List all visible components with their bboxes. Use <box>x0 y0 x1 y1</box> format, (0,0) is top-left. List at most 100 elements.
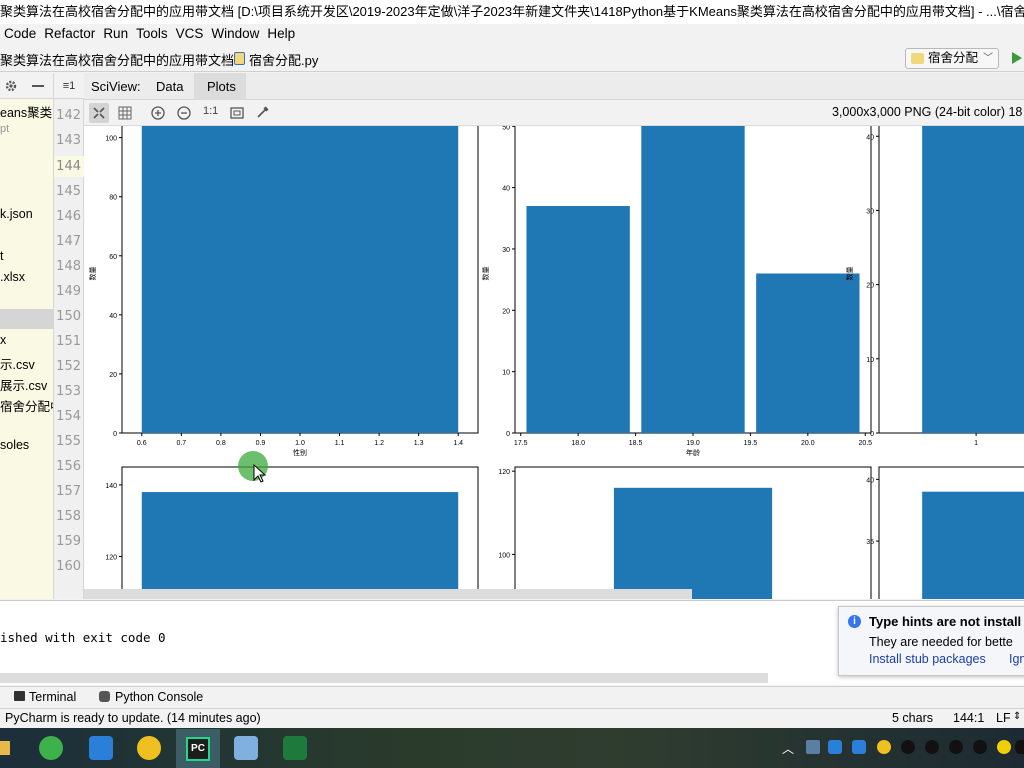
tray-qq-icon[interactable] <box>949 740 963 754</box>
tray-star-icon[interactable] <box>852 740 866 754</box>
fit-button[interactable] <box>89 103 109 123</box>
menu-window[interactable]: Window <box>207 24 263 44</box>
line-number: 156 <box>56 459 81 474</box>
sciview-tab-bar: SciView: Data Plots <box>84 73 1024 100</box>
run-output-scrollbar[interactable] <box>0 673 768 683</box>
project-item[interactable]: 示.csv <box>0 354 35 373</box>
y-tick-label: 100 <box>498 552 510 559</box>
line-number: 152 <box>56 359 81 374</box>
line-number: 154 <box>56 409 81 424</box>
python-console-tab[interactable]: Python Console <box>115 690 203 704</box>
y-axis-label: 数量 <box>845 267 854 281</box>
project-item[interactable]: k.json <box>0 207 33 221</box>
project-item[interactable]: x <box>0 333 6 347</box>
gear-icon[interactable] <box>4 79 18 93</box>
hide-panel-icon[interactable] <box>32 85 44 87</box>
tray-qq-icon[interactable] <box>901 740 915 754</box>
ignore-link[interactable]: Ign <box>1009 652 1024 666</box>
mouse-cursor-icon <box>253 464 267 483</box>
project-item[interactable]: t <box>0 249 3 263</box>
menu-vcs[interactable]: VCS <box>172 24 208 44</box>
tray-star-icon[interactable] <box>828 740 842 754</box>
y-tick-label: 0 <box>113 431 117 438</box>
y-tick-label: 140 <box>105 483 117 490</box>
tray-chevron-up-icon[interactable]: ︿ <box>782 740 794 757</box>
menu-code[interactable]: Code <box>0 24 40 44</box>
info-icon: i <box>848 615 861 628</box>
project-item[interactable]: 展示.csv <box>0 375 47 394</box>
line-ending-chevron-icon: ⇕ <box>1013 711 1022 722</box>
browser-icon[interactable] <box>39 736 63 760</box>
tray-app-icon[interactable] <box>806 740 820 754</box>
fit-window-icon[interactable] <box>229 105 245 121</box>
project-item[interactable]: eans聚类 <box>0 102 52 121</box>
menu-help[interactable]: Help <box>263 24 299 44</box>
type-hints-notification: i Type hints are not install They are ne… <box>838 606 1024 676</box>
tray-qq-icon[interactable] <box>973 740 987 754</box>
x-tick-label: 19.5 <box>744 440 758 447</box>
grid-icon[interactable] <box>117 105 133 121</box>
zoom-out-icon[interactable] <box>176 105 192 121</box>
project-item[interactable]: soles <box>0 438 29 452</box>
y-tick-label: 30 <box>502 247 510 254</box>
status-message[interactable]: PyCharm is ready to update. (14 minutes … <box>5 711 261 725</box>
tray-yellow-icon[interactable] <box>877 740 891 754</box>
tray-add-icon[interactable] <box>997 740 1011 754</box>
project-item[interactable]: .xlsx <box>0 270 25 284</box>
project-item[interactable]: pt <box>0 123 9 135</box>
selection-chars: 5 chars <box>892 711 933 725</box>
run-configuration-label: 宿舍分配 <box>928 51 979 65</box>
tab-plots[interactable]: Plots <box>207 79 236 94</box>
plot-horizontal-scrollbar[interactable] <box>84 589 692 599</box>
project-item[interactable]: 宿舍分配中 <box>0 396 53 415</box>
tray-qq-icon[interactable] <box>925 740 939 754</box>
caret-position[interactable]: 144:1 <box>953 711 984 725</box>
structure-tab[interactable]: ≡1 <box>54 73 84 99</box>
tray-qq-icon[interactable] <box>1015 740 1024 754</box>
notepad-icon[interactable] <box>234 736 258 760</box>
menu-run[interactable]: Run <box>99 24 132 44</box>
line-number: 147 <box>56 234 81 249</box>
taskbar-start-area[interactable] <box>0 728 12 768</box>
x-axis-label: 年龄 <box>686 448 700 457</box>
x-tick-label: 19.0 <box>686 440 700 447</box>
breadcrumb-file[interactable]: 宿舍分配.py <box>249 50 318 69</box>
tab-data[interactable]: Data <box>156 79 183 94</box>
app-star-icon[interactable] <box>89 736 113 760</box>
y-tick-label: 0 <box>870 431 874 438</box>
bar <box>922 491 1024 599</box>
editor-gutter: ≡1 142 143 144 145 146 147 148 149 150 1… <box>53 73 84 599</box>
line-number: 148 <box>56 259 81 274</box>
line-number: 151 <box>56 334 81 349</box>
actual-size-button[interactable]: 1:1 <box>203 105 218 117</box>
menu-tools[interactable]: Tools <box>132 24 172 44</box>
zoom-in-icon[interactable] <box>150 105 166 121</box>
folder-icon <box>0 741 10 755</box>
x-tick-label: 1.1 <box>335 440 345 447</box>
terminal-icon <box>14 691 25 701</box>
run-configuration-select[interactable]: 宿舍分配 ﹀ <box>905 48 999 69</box>
color-picker-icon[interactable] <box>255 104 271 120</box>
x-tick-label: 18.5 <box>629 440 643 447</box>
app-yellow-icon[interactable] <box>137 736 161 760</box>
navigation-bar: 聚类算法在高校宿舍分配中的应用带文档 〉 宿舍分配.py <box>0 46 1024 72</box>
menu-refactor[interactable]: Refactor <box>40 24 99 44</box>
excel-icon[interactable] <box>283 736 307 760</box>
run-button[interactable] <box>1010 50 1024 69</box>
pycharm-taskbar-active[interactable]: PC <box>176 729 220 768</box>
notification-title: Type hints are not install <box>869 614 1022 629</box>
project-selected-row[interactable] <box>0 309 53 329</box>
bar <box>922 126 1024 433</box>
line-number: 149 <box>56 284 81 299</box>
run-icon <box>1012 52 1022 64</box>
plot-image: 0204060801000.6 0.7 0.8 0.9 1.0 1.1 1.2 1.3 1.4性… <box>88 126 1024 599</box>
terminal-tab[interactable]: Terminal <box>29 690 76 704</box>
y-tick-label: 20 <box>109 372 117 379</box>
line-ending[interactable]: LF <box>996 711 1011 725</box>
window-title: 聚类算法在高校宿舍分配中的应用带文档 [D:\项目系统开发区\2019-2023… <box>0 4 1024 19</box>
python-console-icon <box>99 691 110 702</box>
install-stub-packages-link[interactable]: Install stub packages <box>869 652 986 666</box>
x-tick-label: 0.7 <box>176 440 186 447</box>
y-tick-label: 50 <box>502 126 510 131</box>
breadcrumb-project[interactable]: 聚类算法在高校宿舍分配中的应用带文档 <box>0 50 234 69</box>
